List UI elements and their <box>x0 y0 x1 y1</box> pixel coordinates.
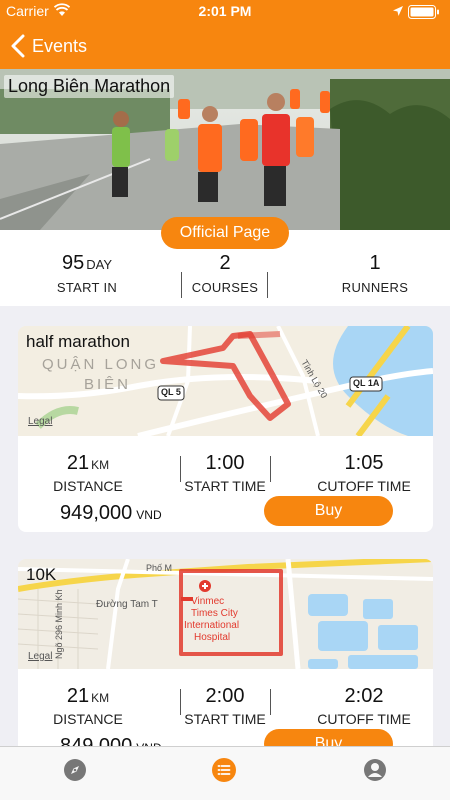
price-value: 949,000 <box>60 502 133 524</box>
map-legal-link[interactable]: Legal <box>28 651 52 662</box>
cutoff-time-label: CUTOFF TIME <box>317 478 411 494</box>
buy-button[interactable]: Buy <box>264 496 393 526</box>
top-bar: Carrier 2:01 PM Events <box>0 0 450 69</box>
course-card-half-marathon[interactable]: QL 5 QL 1A QUẬN LONG BIÊN Tỉnh Lộ 20 Leg… <box>18 326 433 532</box>
stat-label: START IN <box>56 280 118 295</box>
map-street-label: Ngõ 296 Minh Kh <box>54 589 64 659</box>
divider <box>270 689 271 715</box>
course-name: 10K <box>26 565 57 584</box>
course-cutoff-time: 2:02 CUTOFF TIME <box>294 685 433 727</box>
distance-value: 21 <box>66 452 90 474</box>
cutoff-time-value: 1:05 <box>344 452 384 474</box>
event-hero: Long Biên Marathon <box>0 69 450 230</box>
course-distance: 21 KM DISTANCE <box>18 685 158 727</box>
divider <box>267 272 268 298</box>
course-card-10k[interactable]: Vinmec Times City International Hospital… <box>18 559 433 765</box>
stat-unit: DAY <box>86 257 112 272</box>
start-time-label: START TIME <box>184 478 266 494</box>
stat-value: 2 <box>219 252 231 274</box>
stat-courses: 2 COURSES <box>150 252 300 295</box>
stat-value: 95 <box>61 252 85 274</box>
compass-icon[interactable] <box>62 757 88 783</box>
map-poi-label: Times City <box>191 608 238 619</box>
start-time-value: 2:00 <box>205 685 245 707</box>
stat-value: 1 <box>369 252 381 274</box>
map-road-label: QL 5 <box>161 387 181 397</box>
back-label: Events <box>32 35 88 56</box>
map-poi-label: International <box>184 620 240 631</box>
status-bar: Carrier 2:01 PM <box>0 0 450 22</box>
course-start-time: 1:00 START TIME <box>155 452 295 494</box>
map-street-label: Đường Tam T <box>96 599 158 610</box>
course-price: 949,000 VND <box>60 502 162 525</box>
tab-bar <box>0 746 450 800</box>
price-currency: VND <box>136 508 162 522</box>
stat-start-in: 95 DAY START IN <box>12 252 162 295</box>
battery-icon <box>408 5 439 19</box>
divider <box>270 456 271 482</box>
distance-value: 21 <box>66 685 90 707</box>
back-button[interactable]: Events <box>10 32 87 60</box>
map-poi-label: Vinmec <box>191 596 225 607</box>
cutoff-time-label: CUTOFF TIME <box>317 711 411 727</box>
course-distance: 21 KM DISTANCE <box>18 452 158 494</box>
location-arrow-icon <box>393 6 403 16</box>
official-page-button[interactable]: Official Page <box>161 217 289 249</box>
navigation-bar: Events <box>0 22 450 69</box>
map-legal-link[interactable]: Legal <box>28 416 52 427</box>
map-district-label: QUẬN LONG <box>42 356 160 373</box>
course-cutoff-time: 1:05 CUTOFF TIME <box>294 452 433 494</box>
distance-label: DISTANCE <box>53 478 123 494</box>
start-time-label: START TIME <box>184 711 266 727</box>
list-icon[interactable] <box>211 757 237 783</box>
course-name: half marathon <box>26 332 130 351</box>
map-district-label: BIÊN <box>84 376 132 393</box>
start-time-value: 1:00 <box>205 452 245 474</box>
clock: 2:01 PM <box>198 3 252 19</box>
chevron-left-icon <box>11 34 25 58</box>
cutoff-time-value: 2:02 <box>344 685 384 707</box>
event-title: Long Biên Marathon <box>4 75 175 98</box>
course-map[interactable]: Vinmec Times City International Hospital… <box>18 559 433 669</box>
course-start-time: 2:00 START TIME <box>155 685 295 727</box>
distance-unit: KM <box>91 458 110 472</box>
map-poi-label: Hospital <box>194 632 231 643</box>
stat-label: RUNNERS <box>341 280 409 295</box>
stat-label: COURSES <box>191 280 259 295</box>
distance-label: DISTANCE <box>53 711 123 727</box>
map-street-label: Phố M <box>146 563 173 573</box>
profile-icon[interactable] <box>362 757 388 783</box>
distance-unit: KM <box>91 691 110 705</box>
map-road-label: QL 1A <box>353 378 380 388</box>
stat-runners: 1 RUNNERS <box>300 252 450 295</box>
